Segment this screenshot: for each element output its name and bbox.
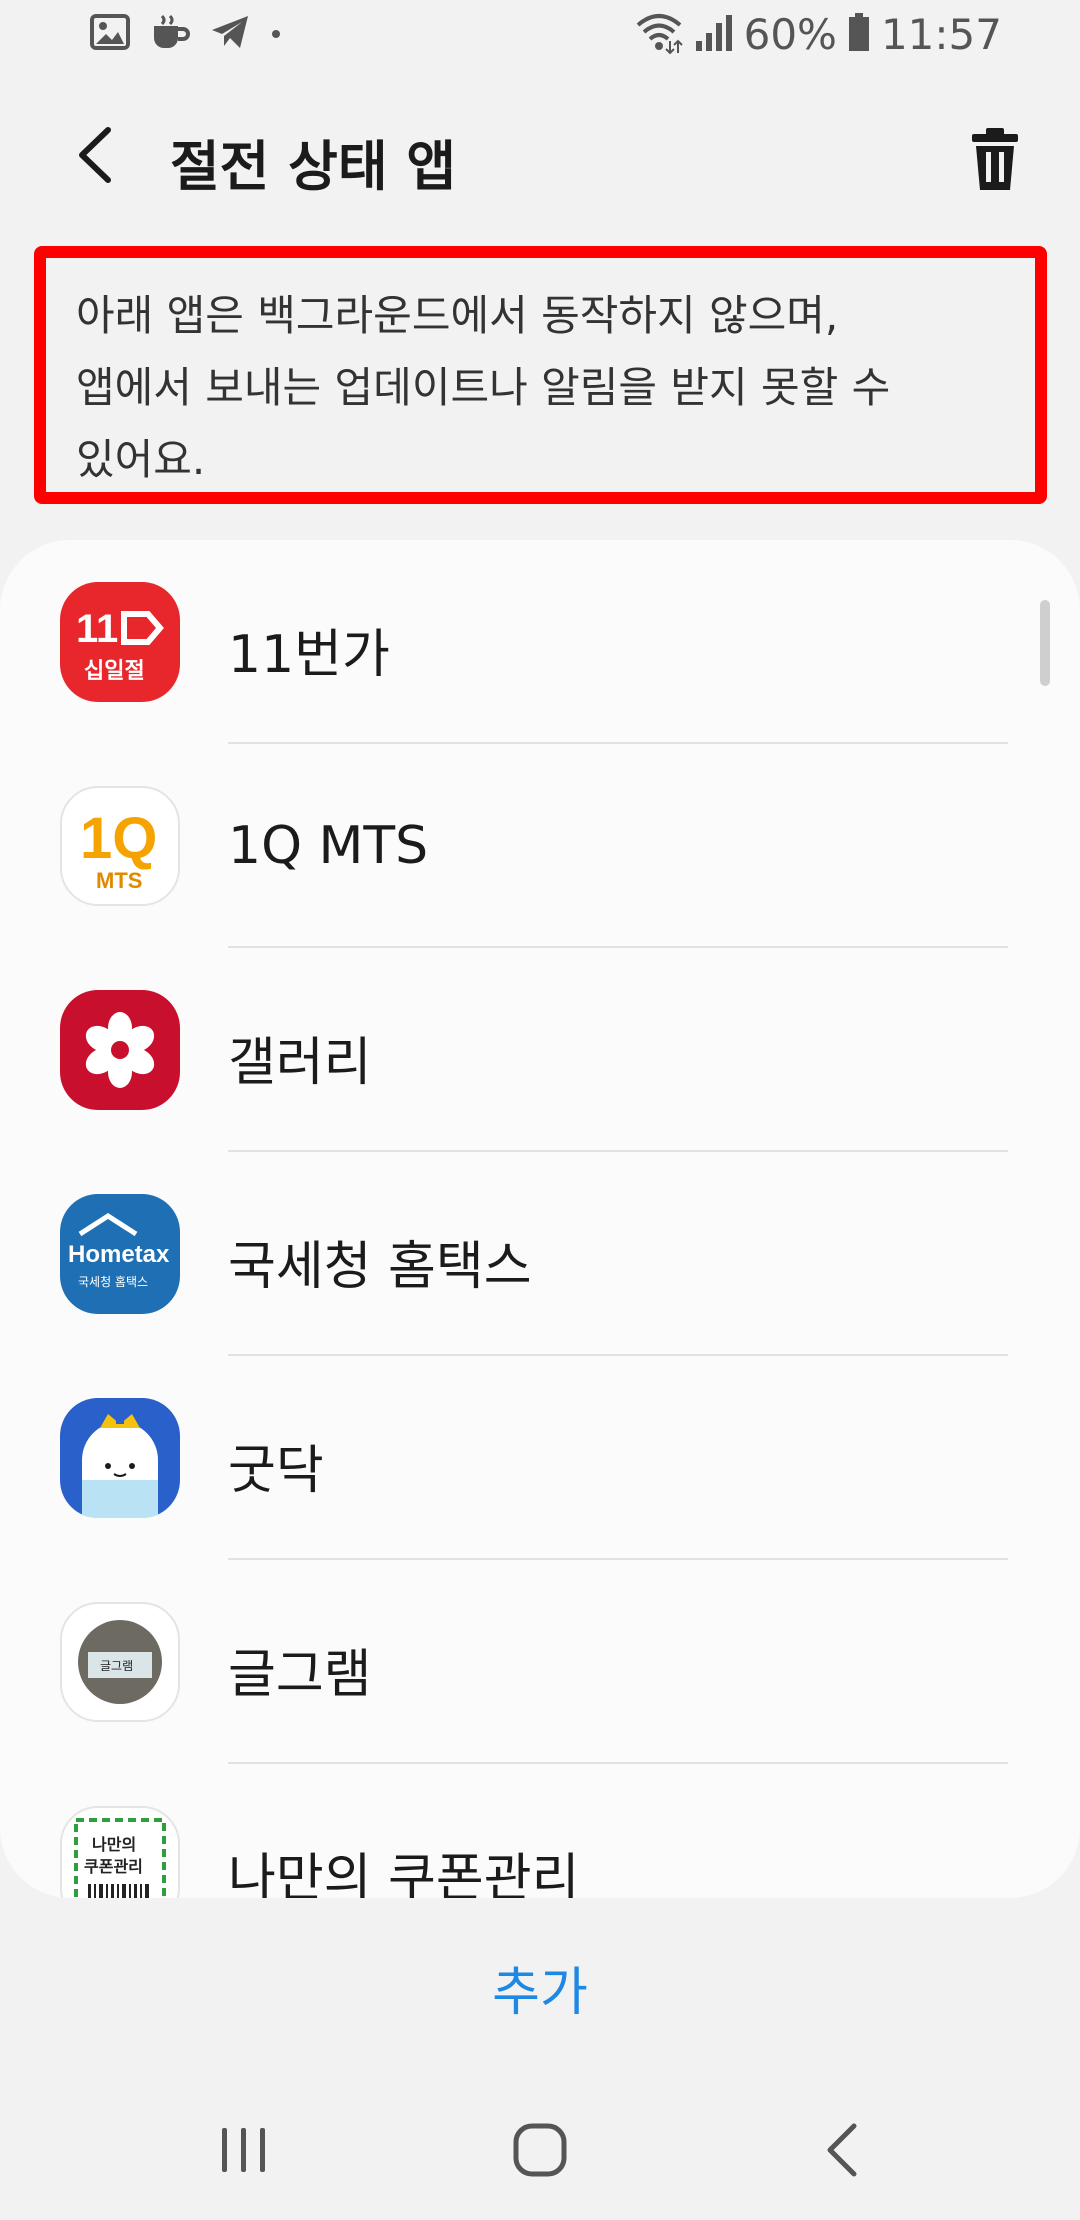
app-label-goodoc: 굿닥 xyxy=(228,1441,324,1501)
battery-icon xyxy=(847,12,871,57)
wifi-icon xyxy=(634,11,684,59)
status-bar: 60% 11:57 xyxy=(0,0,1080,72)
notice-line-1: 아래 앱은 백그라운드에서 동작하지 않으며, xyxy=(76,291,839,340)
dot-icon xyxy=(270,14,282,54)
sleeping-apps-list[interactable]: 11 십일절 11번가 1Q MTS 1Q MTS 갤러리 Hometax 국세… xyxy=(0,540,1080,1898)
svg-text:1Q: 1Q xyxy=(80,806,157,871)
system-back-button[interactable] xyxy=(804,2110,884,2190)
notice-line-2: 앱에서 보내는 업데이트나 알림을 받지 못할 수 xyxy=(76,363,891,412)
trash-icon xyxy=(972,128,1018,190)
goodoc-icon xyxy=(60,1398,180,1518)
navigation-bar xyxy=(0,2100,1080,2200)
geulgram-icon: 글그램 xyxy=(60,1602,180,1722)
recents-button[interactable] xyxy=(204,2110,284,2190)
list-item-gallery[interactable]: 갤러리 xyxy=(0,948,1080,1152)
svg-text:Hometax: Hometax xyxy=(68,1241,170,1268)
power-saving-notice: 아래 앱은 백그라운드에서 동작하지 않으며, 앱에서 보내는 업데이트나 알림… xyxy=(34,246,1047,504)
svg-text:MTS: MTS xyxy=(96,868,142,893)
battery-percent: 60% xyxy=(743,10,837,59)
svg-text:십일절: 십일절 xyxy=(84,659,145,684)
add-button[interactable]: 추가 xyxy=(0,1950,1080,2023)
list-item-hometax[interactable]: Hometax 국세청 홈택스 국세청 홈택스 xyxy=(0,1152,1080,1356)
1q-mts-icon: 1Q MTS xyxy=(60,786,180,906)
svg-text:국세청 홈택스: 국세청 홈택스 xyxy=(78,1275,148,1289)
svg-text:11: 11 xyxy=(76,607,118,651)
delete-button[interactable] xyxy=(950,118,1040,198)
app-label-11st: 11번가 xyxy=(228,625,390,685)
list-item-goodoc[interactable]: 굿닥 xyxy=(0,1356,1080,1560)
back-icon xyxy=(827,2123,857,2177)
list-item-11st[interactable]: 11 십일절 11번가 xyxy=(0,540,1080,744)
home-button[interactable] xyxy=(500,2110,580,2190)
app-label-geulgram: 글그램 xyxy=(228,1645,372,1705)
page-title: 절전 상태 앱 xyxy=(170,135,456,198)
app-label-1q-mts: 1Q MTS xyxy=(228,816,429,876)
gallery-flower-icon xyxy=(60,990,180,1110)
list-item-geulgram[interactable]: 글그램 글그램 xyxy=(0,1560,1080,1764)
signal-icon xyxy=(694,13,734,57)
telegram-icon xyxy=(210,14,250,54)
notice-line-3: 있어요. xyxy=(76,435,206,484)
app-label-coupon: 나만의 쿠폰관리 xyxy=(228,1849,580,1898)
hometax-icon: Hometax 국세청 홈택스 xyxy=(60,1194,180,1314)
home-icon xyxy=(513,2123,567,2177)
svg-text:글그램: 글그램 xyxy=(100,1659,133,1673)
list-item-coupon[interactable]: 나만의 쿠폰관리 나만의 쿠폰관리 xyxy=(0,1764,1080,1898)
gallery-icon xyxy=(90,14,130,54)
svg-text:쿠폰관리: 쿠폰관리 xyxy=(84,1857,143,1876)
11st-icon: 11 십일절 xyxy=(60,582,180,702)
app-label-gallery: 갤러리 xyxy=(228,1033,372,1093)
clock: 11:57 xyxy=(880,10,1002,59)
coffee-icon xyxy=(150,14,190,54)
chevron-left-icon xyxy=(79,127,111,183)
app-label-hometax: 국세청 홈택스 xyxy=(228,1237,532,1297)
list-item-1q-mts[interactable]: 1Q MTS 1Q MTS xyxy=(0,744,1080,948)
svg-text:나만의: 나만의 xyxy=(92,1835,136,1854)
app-bar: 절전 상태 앱 xyxy=(0,100,1080,210)
recents-icon xyxy=(222,2128,265,2172)
back-button[interactable] xyxy=(64,120,134,190)
coupon-icon: 나만의 쿠폰관리 xyxy=(60,1806,180,1898)
